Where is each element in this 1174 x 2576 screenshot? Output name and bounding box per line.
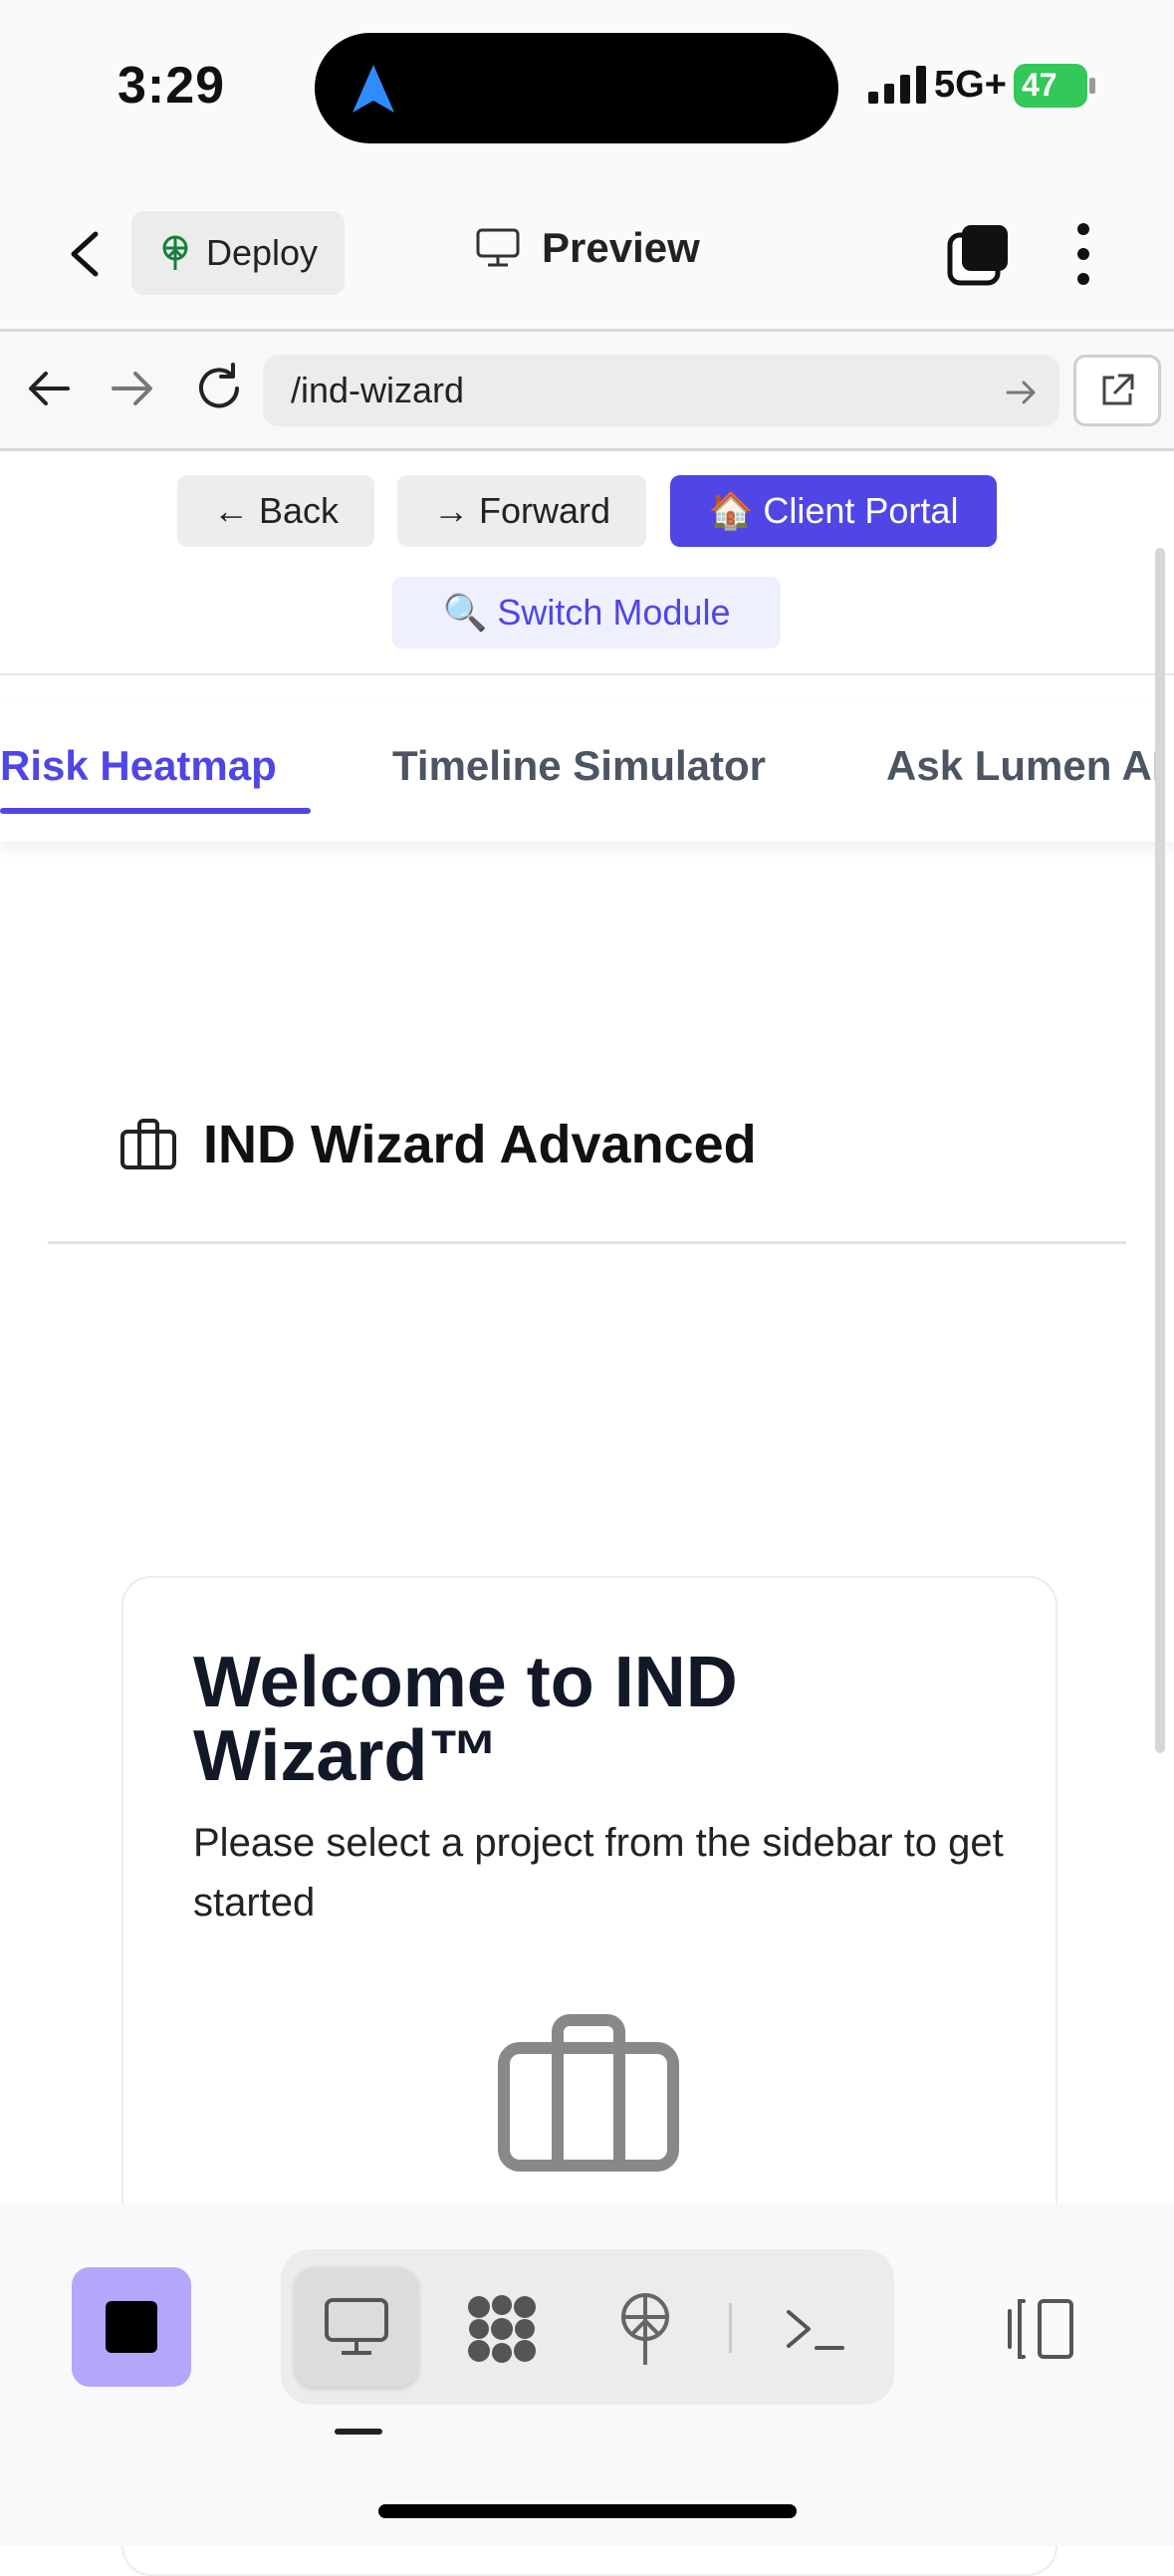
tab-timeline-simulator[interactable]: Timeline Simulator <box>392 742 766 790</box>
scrollbar[interactable] <box>1155 548 1165 1753</box>
deploy-label: Deploy <box>205 232 319 273</box>
deploy-button[interactable]: Deploy <box>131 211 345 295</box>
toolbar-separator <box>729 2303 732 2353</box>
tab-ask-lumen-ai[interactable]: Ask Lumen AI <box>886 742 1164 790</box>
page-forward-button[interactable]: → Forward <box>397 475 646 547</box>
deploy-icon <box>162 235 188 270</box>
battery-level: 47 <box>1022 67 1057 103</box>
terminal-icon <box>787 2310 844 2350</box>
dynamic-island <box>315 33 838 143</box>
back-chevron-icon[interactable] <box>56 224 116 284</box>
url-input[interactable]: /ind-wizard <box>263 355 1059 426</box>
network-type: 5G+ <box>934 64 1007 106</box>
active-tool-indicator <box>335 2429 382 2435</box>
tab-risk-heatmap[interactable]: Risk Heatmap <box>0 742 277 790</box>
active-tab-indicator <box>0 808 311 814</box>
home-indicator <box>378 2504 797 2518</box>
cellular-signal-icon <box>868 66 926 104</box>
switch-module-button[interactable]: 🔍 Switch Module <box>392 577 781 648</box>
preview-tool-button[interactable] <box>295 2267 418 2387</box>
split-view-button[interactable] <box>1002 2291 1077 2367</box>
welcome-text: Please select a project from the sidebar… <box>193 1821 1004 1925</box>
page-back-button[interactable]: ← Back <box>177 475 374 547</box>
battery-icon: 47 <box>1014 64 1095 108</box>
grid-icon <box>468 2295 536 2363</box>
client-portal-button[interactable]: 🏠 Client Portal <box>670 475 997 547</box>
terminal-tool-button[interactable] <box>777 2291 852 2367</box>
deploy-icon <box>621 2293 669 2365</box>
url-go-icon[interactable] <box>1002 373 1042 412</box>
preview-title: Preview <box>476 224 700 272</box>
divider <box>0 673 1174 675</box>
deploy-tool-button[interactable] <box>607 2291 683 2367</box>
monitor-icon <box>325 2298 388 2355</box>
reload-icon[interactable] <box>191 361 247 416</box>
preview-label: Preview <box>542 224 700 271</box>
location-arrow-icon <box>352 65 394 113</box>
external-link-icon <box>1102 374 1134 405</box>
monitor-icon <box>476 228 520 267</box>
briefcase-icon <box>498 2014 679 2172</box>
tabs-switcher-icon[interactable] <box>946 221 1012 287</box>
status-time: 3:29 <box>117 57 226 115</box>
open-external-button[interactable] <box>1073 355 1161 426</box>
split-view-icon <box>1008 2299 1073 2359</box>
browser-forward-icon[interactable] <box>108 364 157 413</box>
welcome-title: Welcome to IND Wizard™ <box>193 1643 738 1796</box>
browser-back-icon[interactable] <box>24 364 74 413</box>
section-title: IND Wizard Advanced <box>203 1115 757 1174</box>
url-text: /ind-wizard <box>291 370 465 410</box>
stop-icon <box>106 2301 157 2353</box>
more-menu-icon[interactable] <box>1065 221 1101 287</box>
briefcase-icon <box>120 1119 176 1169</box>
divider <box>48 1241 1126 1244</box>
grid-tool-button[interactable] <box>464 2291 540 2367</box>
stop-button[interactable] <box>72 2267 191 2387</box>
